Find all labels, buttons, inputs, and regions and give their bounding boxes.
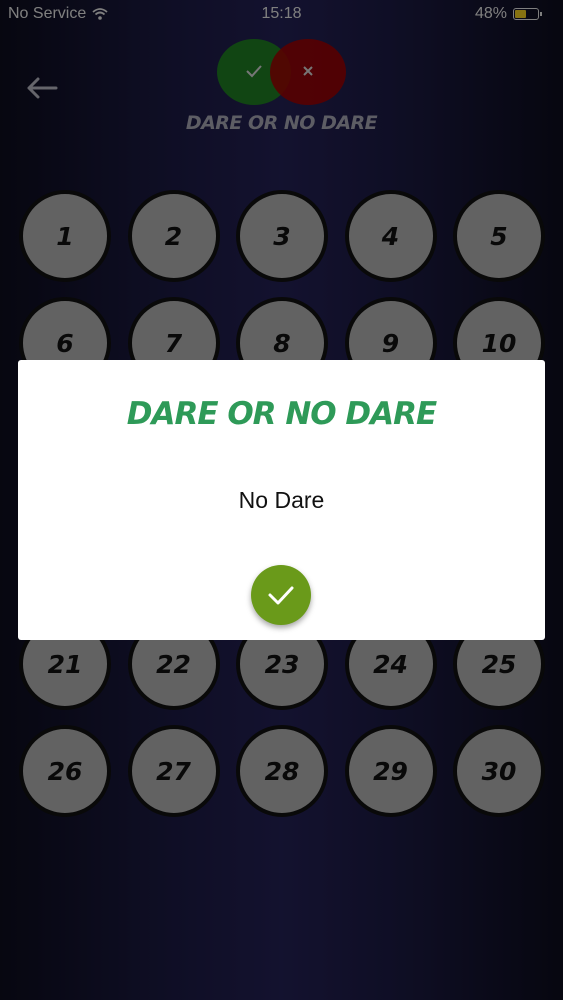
battery-percent: 48% [474, 5, 507, 22]
dialog-title: DARE OR NO DARE [126, 396, 437, 432]
confirm-button[interactable] [251, 565, 311, 625]
arrow-left-icon [27, 77, 58, 99]
number-button-28[interactable]: 28 [236, 725, 328, 817]
check-icon [268, 586, 294, 605]
number-button-26[interactable]: 26 [19, 725, 111, 817]
battery-icon [513, 8, 542, 20]
status-bar: No Service 15:18 48% [0, 0, 563, 30]
number-button-29[interactable]: 29 [344, 725, 437, 817]
number-button-1[interactable]: 1 [19, 190, 111, 282]
number-button-27[interactable]: 27 [127, 725, 220, 817]
app-logo [216, 38, 348, 108]
app-title: DARE OR NO DARE [185, 112, 378, 134]
back-button[interactable] [24, 72, 60, 104]
result-dialog: DARE OR NO DARE No Dare [18, 360, 545, 640]
dialog-message: No Dare [238, 487, 325, 513]
number-button-30[interactable]: 30 [453, 725, 545, 817]
number-button-5[interactable]: 5 [453, 190, 545, 282]
battery-level [515, 10, 526, 18]
number-button-3[interactable]: 3 [236, 190, 328, 282]
number-button-2[interactable]: 2 [127, 190, 220, 282]
number-button-4[interactable]: 4 [344, 190, 437, 282]
